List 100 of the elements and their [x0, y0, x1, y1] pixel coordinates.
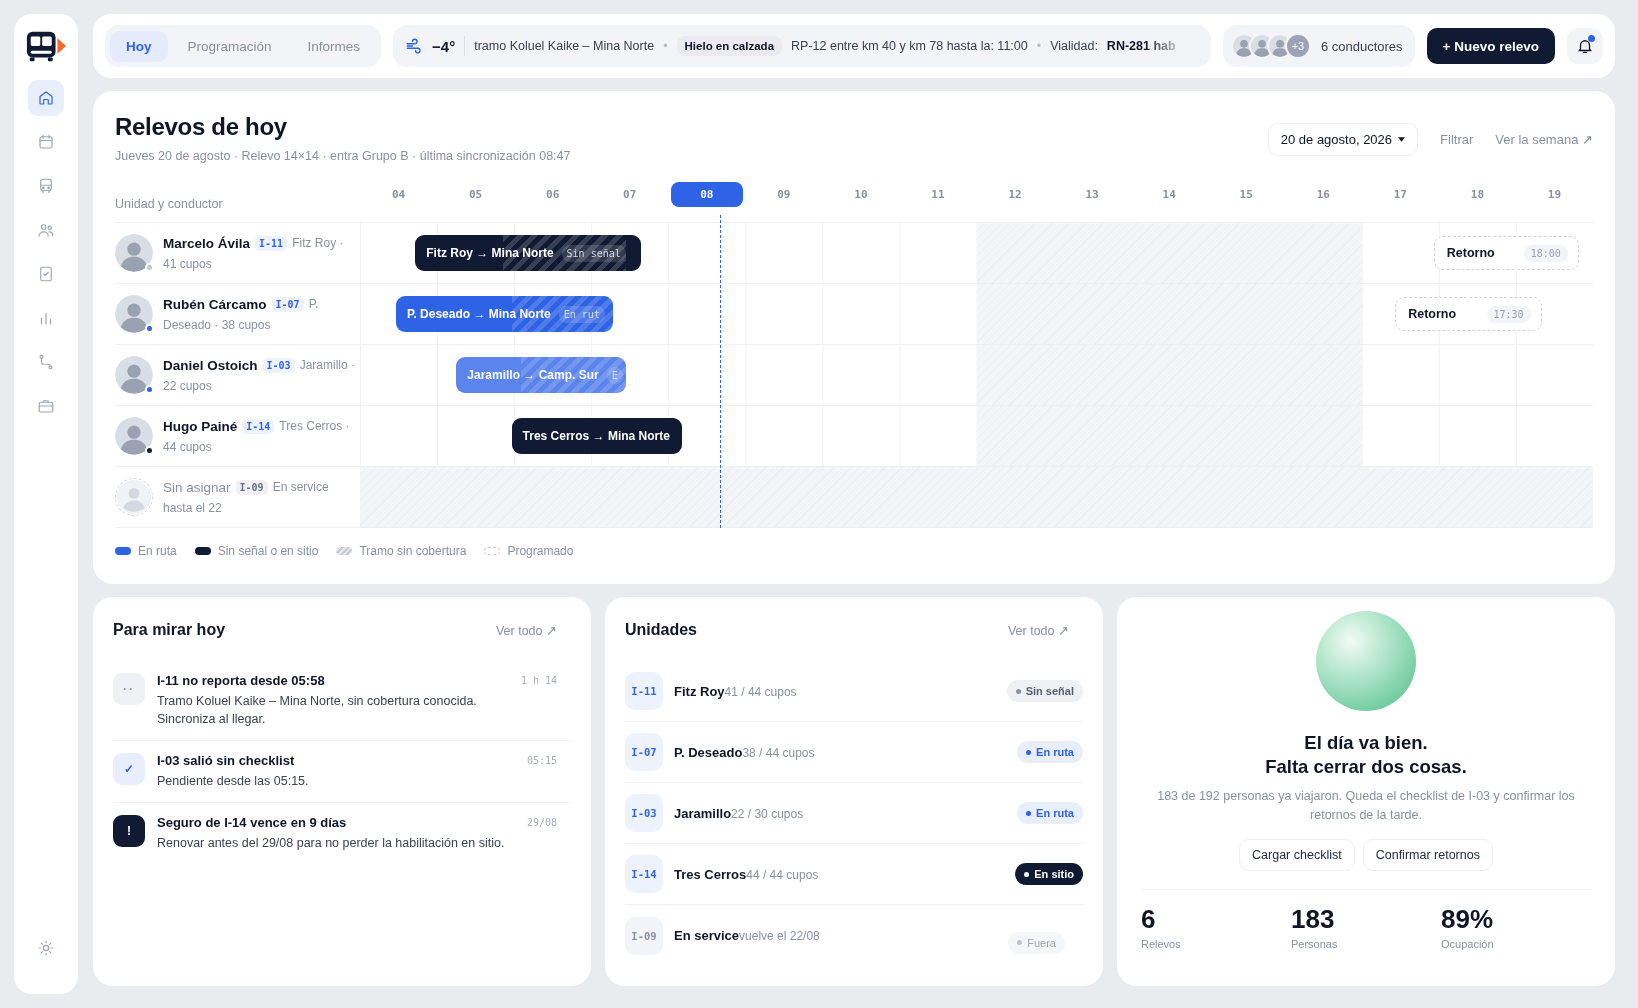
unit-code: I-09: [625, 916, 663, 955]
crew-chip[interactable]: +3 6 conductores: [1222, 25, 1415, 67]
return-label: Retorno: [1446, 246, 1495, 260]
route-origin: En service: [272, 480, 329, 494]
hour-label: 08: [670, 182, 743, 207]
alert-text: Tramo Koluel Kaike – Mina Norte, sin cobertura conocida. Sincroniza al llegar.: [157, 693, 478, 729]
unit-badge: I-11: [255, 235, 288, 251]
wind-icon: [405, 37, 424, 55]
stat-label: Personas: [1291, 937, 1339, 950]
trip-bar[interactable]: Fitz Roy → Mina Norte Sin señal: [415, 235, 642, 271]
alert-icon: !: [113, 815, 145, 848]
trip-status-tag: E: [606, 366, 623, 384]
alert-time: 1 h 14: [520, 675, 557, 686]
return-slot[interactable]: Retorno 18:00: [1433, 236, 1579, 270]
briefcase-icon: [37, 397, 55, 415]
driver-name: Sin asignar: [163, 479, 231, 495]
hour-label: 05: [467, 187, 484, 203]
trip-label: Jaramillo → Camp. Sur: [467, 368, 599, 382]
action-button[interactable]: Confirmar retornos: [1362, 838, 1493, 871]
route-origin: Tres Cerros ·: [279, 419, 350, 433]
unit-detail: 41 / 44 cupos: [724, 684, 797, 699]
trip-status-tag: En rut: [558, 305, 605, 323]
unit-code: I-11: [625, 672, 663, 710]
status-badge: Sin señal: [1006, 680, 1083, 702]
driver-name: Rubén Cárcamo: [163, 296, 267, 312]
tab[interactable]: Hoy: [110, 30, 168, 62]
unit-code: I-14: [625, 855, 663, 893]
hour-label: 04: [390, 187, 407, 203]
ticker-text: RP-12 entre km 40 y km 78 hasta la: 11:00: [791, 39, 1028, 53]
card-title: Para mirar hoy: [113, 621, 226, 639]
status-badge: En ruta: [1017, 802, 1083, 824]
bell-icon: [1576, 37, 1594, 55]
trip-label: P. Deseado → Mina Norte: [406, 307, 551, 321]
bus-icon: [37, 177, 55, 195]
signal-icon: ··: [113, 673, 145, 705]
hour-label: 06: [545, 187, 561, 203]
trip-bar[interactable]: Jaramillo → Camp. Sur E: [456, 357, 626, 393]
status-badge: En sitio: [1015, 863, 1083, 885]
temperature: −4°: [432, 37, 456, 55]
return-slot[interactable]: Retorno 17:30: [1395, 297, 1542, 331]
alert-title: Seguro de I-14 vence en 9 días: [157, 815, 348, 831]
avatar: [115, 356, 153, 394]
page-title: Relevos de hoy: [115, 113, 288, 141]
subtitle: Jueves 20 de agosto · Relevo 14×14 · entra Grupo B · última sincronización 08:47: [115, 149, 571, 163]
hour-label: 10: [853, 187, 869, 203]
notifications-button[interactable]: [1567, 28, 1603, 64]
unit-name: Jaramillo: [674, 805, 732, 821]
legend-label: Tramo sin cobertura: [359, 544, 467, 558]
return-label: Retorno: [1408, 307, 1457, 321]
trip-bar[interactable]: P. Deseado → Mina Norte En rut: [395, 296, 613, 332]
nav-item[interactable]: [28, 80, 64, 116]
unit-detail: 44 / 44 cupos: [746, 867, 819, 882]
seat-count: 44 cupos: [163, 439, 213, 454]
hour-label: 18: [1469, 187, 1486, 203]
legend-label: En ruta: [138, 544, 177, 558]
crew-count: 6 conductores: [1320, 38, 1403, 54]
avatar: [115, 295, 153, 333]
action-button[interactable]: Cargar checklist: [1239, 838, 1355, 871]
avatar-placeholder: [115, 478, 153, 516]
avatar: [115, 234, 153, 272]
checklist-icon: [37, 265, 55, 283]
alert-title: I-03 salió sin checklist: [157, 753, 296, 769]
trip-status-tag: Sin señal: [561, 244, 626, 262]
sun-icon[interactable]: [37, 939, 55, 957]
unit-detail: 38 / 44 cupos: [742, 745, 815, 760]
card-title: Unidades: [625, 621, 697, 639]
stat-value: 89%: [1441, 903, 1495, 935]
hour-label: 15: [1238, 187, 1254, 203]
hour-label: 11: [930, 187, 946, 203]
status-badge: Fuera: [1008, 931, 1065, 954]
unit-name: En service: [674, 928, 740, 943]
hour-label: 07: [622, 187, 638, 203]
legend-swatch: [115, 547, 131, 555]
hour-label: 12: [1007, 187, 1023, 203]
alert-time: 29/08: [526, 817, 557, 829]
trip-bar[interactable]: Tres Cerros → Mina Norte: [511, 418, 683, 454]
driver-name: Hugo Painé: [163, 418, 238, 434]
unit-detail: vuelve el 22/08: [739, 929, 820, 943]
home-icon: [37, 89, 55, 107]
unit-code: I-03: [625, 794, 663, 832]
status-headline: El día va bien. Falta cerrar dos cosas.: [1265, 731, 1467, 780]
seat-count: hasta el 22: [163, 500, 223, 515]
unit-code: I-07: [625, 733, 663, 771]
alert-title: I-11 no reporta desde 05:58: [157, 673, 326, 688]
route-origin: Jaramillo ·: [299, 358, 355, 372]
return-time: 17:30: [1486, 305, 1531, 323]
separator-dot: •: [663, 39, 668, 53]
date-picker[interactable]: 20 de agosto, 2026: [1267, 123, 1419, 156]
seat-count: Deseado · 38 cupos: [163, 317, 272, 332]
stat-value: 6: [1141, 903, 1157, 935]
alert-text: Pendiente desde las 05:15.: [157, 773, 310, 791]
new-relay-button[interactable]: + Nuevo relevo: [1426, 28, 1555, 64]
unit-badge: I-14: [242, 418, 275, 434]
legend-label: Programado: [507, 544, 574, 558]
legend-swatch: [336, 547, 353, 555]
avatar: [115, 417, 153, 455]
unit-badge: I-07: [271, 296, 304, 312]
hour-label: 17: [1392, 187, 1408, 203]
hour-label: 16: [1315, 187, 1331, 203]
calendar-icon: [37, 133, 55, 151]
